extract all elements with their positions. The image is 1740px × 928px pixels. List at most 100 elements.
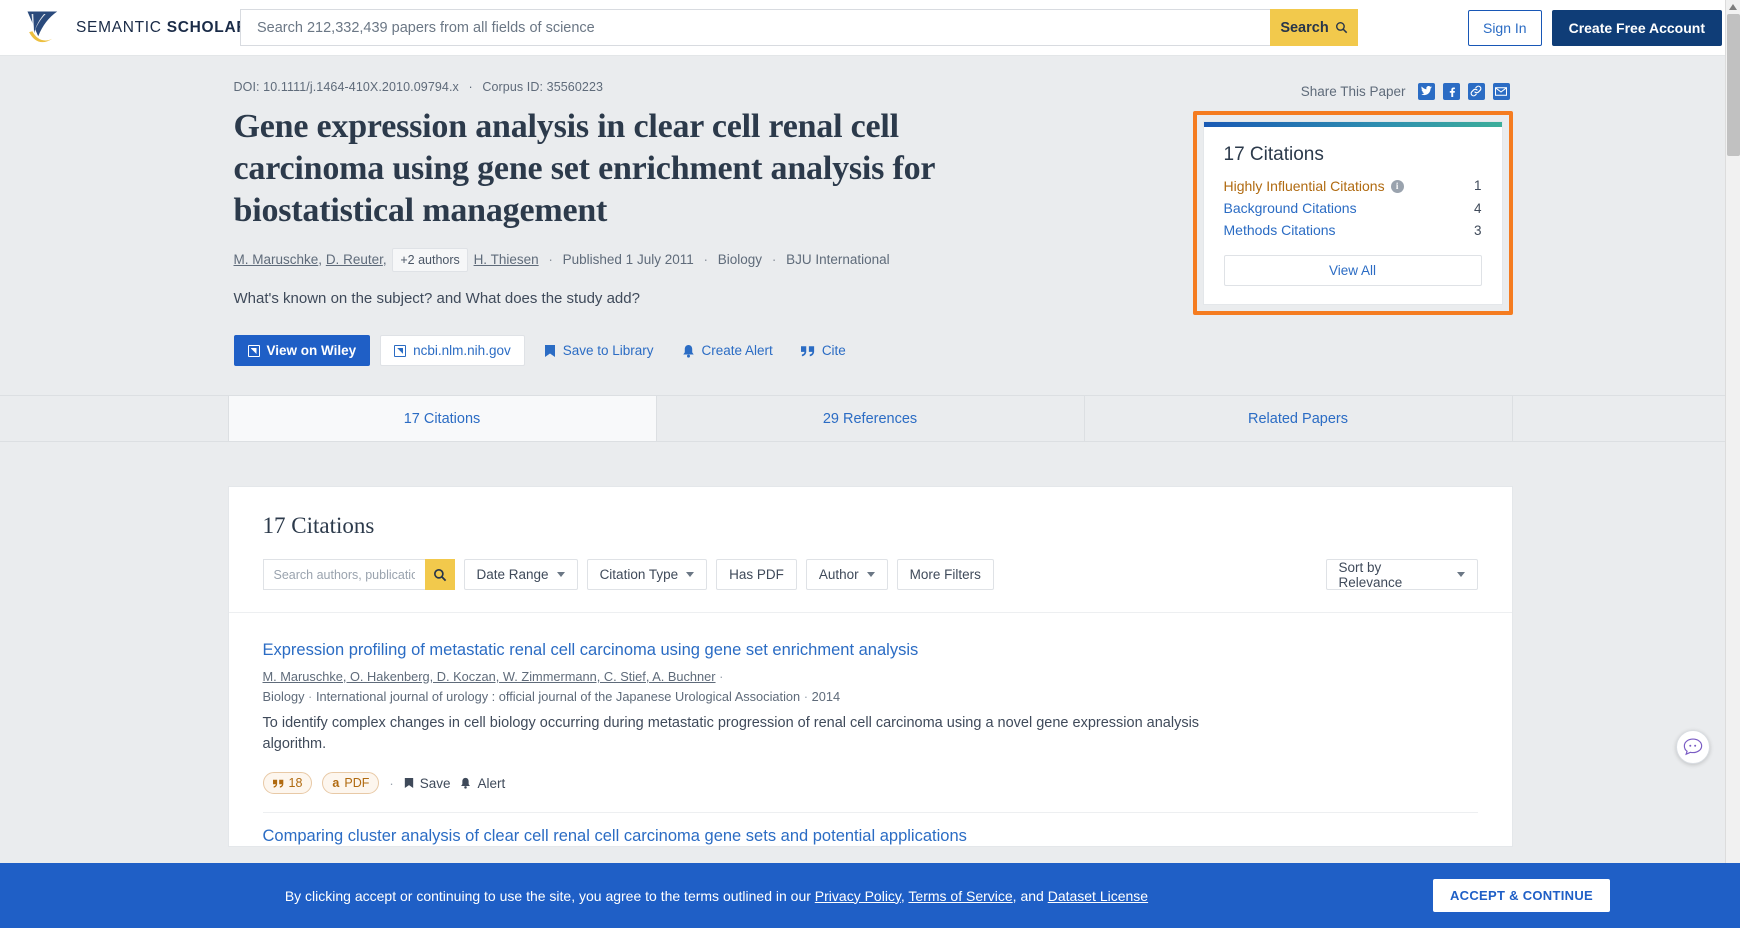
result-journal: International journal of urology : offic… [315, 688, 801, 704]
author-link[interactable]: D. Reuter [326, 252, 383, 267]
bell-icon [682, 344, 694, 358]
results-header: 17 Citations Date Range [228, 487, 1512, 614]
chevron-down-icon [686, 572, 695, 578]
cite-button[interactable]: Cite [792, 335, 855, 366]
facebook-icon[interactable] [1442, 82, 1460, 100]
filter-citation-type[interactable]: Citation Type [586, 559, 708, 591]
bookmark-icon [544, 344, 555, 357]
page-body: DOI: 10.1111/j.1464-410X.2010.09794.x · … [0, 56, 1740, 928]
citations-card: 17 Citations Highly Influential Citation… [1202, 121, 1503, 306]
view-on-publisher-label: View on Wiley [266, 343, 357, 359]
paper-sidebar: Share This Paper 17 Citations Highly Inf… [1192, 80, 1513, 366]
scroll-up-arrow-icon[interactable] [1729, 4, 1737, 10]
search-icon [433, 568, 446, 582]
search-button[interactable]: Search [1270, 9, 1358, 46]
author-sep: , [318, 252, 323, 268]
tab-citations[interactable]: 17 Citations [227, 396, 657, 442]
author-link[interactable]: H. Thiesen [474, 252, 539, 267]
sort-dropdown-label: Sort by Relevance [1338, 559, 1403, 590]
filter-citation-type-label: Citation Type [599, 567, 679, 583]
bell-icon [461, 778, 471, 789]
highly-influential-citations-row[interactable]: Highly Influential Citations i 1 [1224, 175, 1482, 197]
result-year: 2014 [811, 688, 841, 704]
paper-hero: DOI: 10.1111/j.1464-410X.2010.09794.x · … [0, 56, 1740, 443]
filter-has-pdf[interactable]: Has PDF [716, 559, 797, 591]
result-citation-count-pill[interactable]: 18 [262, 772, 313, 795]
background-citations-row[interactable]: Background Citations 4 [1224, 197, 1482, 219]
brand-logo[interactable]: SEMANTIC SCHOLAR [24, 9, 248, 47]
result-authors: M. Maruschke, O. Hakenberg, D. Koczan, W… [263, 669, 1478, 684]
paper-actions: View on Wiley ncbi.nlm.nih.gov Save to L… [233, 335, 948, 367]
brand-first: SEMANTIC [76, 18, 162, 36]
filter-author-label: Author [818, 567, 859, 583]
email-icon[interactable] [1492, 82, 1510, 100]
tab-references[interactable]: 29 References [657, 396, 1085, 442]
create-alert-button[interactable]: Create Alert [673, 335, 782, 366]
background-citations-label[interactable]: Background Citations [1224, 197, 1357, 219]
paper-tabs: 17 Citations 29 References Related Paper… [0, 395, 1740, 443]
external-link-icon [247, 344, 260, 357]
methods-citations-label[interactable]: Methods Citations [1224, 219, 1336, 241]
filter-more-filters[interactable]: More Filters [896, 559, 994, 591]
save-to-library-button[interactable]: Save to Library [535, 335, 663, 366]
author-link[interactable]: M. Maruschke [234, 252, 319, 267]
twitter-icon[interactable] [1417, 82, 1435, 100]
cookie-consent-banner: By clicking accept or continuing to use … [0, 863, 1740, 928]
search-input[interactable] [255, 18, 1256, 37]
site-header: SEMANTIC SCHOLAR Search Sign In Create F… [0, 0, 1740, 56]
results-search-input[interactable] [262, 559, 425, 591]
dataset-license-link[interactable]: Dataset License [1048, 888, 1148, 904]
privacy-policy-link[interactable]: Privacy Policy [815, 888, 901, 904]
cookie-and: , and [1012, 887, 1048, 904]
results-search-button[interactable] [424, 559, 455, 591]
meta-separator: · [771, 252, 777, 268]
save-to-library-label: Save to Library [562, 343, 654, 359]
result-pdf-pill[interactable]: a PDF [322, 772, 380, 795]
paper-details: DOI: 10.1111/j.1464-410X.2010.09794.x · … [228, 80, 948, 367]
page-scrollbar[interactable] [1725, 0, 1740, 928]
semantic-scholar-logo-icon [27, 10, 58, 42]
accept-and-continue-button[interactable]: ACCEPT & CONTINUE [1432, 879, 1610, 912]
search-button-label: Search [1280, 19, 1329, 36]
results-filter-bar: Date Range Citation Type Has PDF Author [262, 559, 1478, 591]
feedback-chat-button[interactable] [1676, 730, 1710, 764]
result-save-button[interactable]: Save [404, 776, 450, 791]
highly-influential-citations-label[interactable]: Highly Influential Citations [1224, 175, 1385, 197]
chevron-down-icon [866, 572, 875, 578]
alternate-source-label: ncbi.nlm.nih.gov [413, 343, 511, 359]
filter-date-range-label: Date Range [476, 567, 549, 583]
link-icon[interactable] [1467, 82, 1485, 100]
paper-identifiers: DOI: 10.1111/j.1464-410X.2010.09794.x · … [234, 80, 948, 94]
create-free-account-button[interactable]: Create Free Account [1551, 9, 1722, 46]
meta-separator: · [703, 252, 709, 268]
published-date: Published 1 July 2011 [562, 252, 694, 268]
paper-tldr: What's known on the subject? and What do… [233, 290, 640, 308]
id-separator: · [468, 80, 473, 94]
citations-card-heading: 17 Citations [1223, 144, 1324, 165]
venue-name: BJU International [786, 252, 890, 268]
filter-author[interactable]: Author [805, 559, 888, 591]
meta-separator: · [719, 668, 724, 684]
result-author-list[interactable]: M. Maruschke, O. Hakenberg, D. Koczan, W… [263, 669, 716, 684]
tab-related-papers[interactable]: Related Papers [1085, 396, 1513, 442]
result-title-link[interactable]: Expression profiling of metastatic renal… [263, 639, 1478, 661]
citations-results-section: 17 Citations Date Range [227, 486, 1513, 848]
result-alert-button[interactable]: Alert [460, 776, 505, 791]
doi-label: DOI: 10.1111/j.1464-410X.2010.09794.x [233, 80, 459, 94]
alternate-source-button[interactable]: ncbi.nlm.nih.gov [380, 335, 525, 367]
next-result-title-link[interactable]: Comparing cluster analysis of clear cell… [229, 813, 1512, 846]
info-icon[interactable]: i [1390, 179, 1404, 193]
more-authors-button[interactable]: +2 authors [392, 248, 468, 273]
sign-in-button[interactable]: Sign In [1467, 9, 1542, 46]
scrollbar-thumb[interactable] [1727, 14, 1740, 156]
filter-date-range[interactable]: Date Range [463, 559, 578, 591]
terms-of-service-link[interactable]: Terms of Service [908, 888, 1012, 904]
view-on-publisher-button[interactable]: View on Wiley [233, 335, 371, 367]
sort-dropdown[interactable]: Sort by Relevance [1325, 559, 1478, 591]
methods-citations-row[interactable]: Methods Citations 3 [1224, 219, 1482, 241]
search-input-wrapper[interactable] [240, 9, 1270, 46]
result-venue-line: Biology · International journal of urolo… [263, 689, 1478, 704]
quote-icon [272, 779, 283, 788]
results-heading: 17 Citations [262, 513, 375, 539]
view-all-citations-button[interactable]: View All [1223, 255, 1482, 287]
